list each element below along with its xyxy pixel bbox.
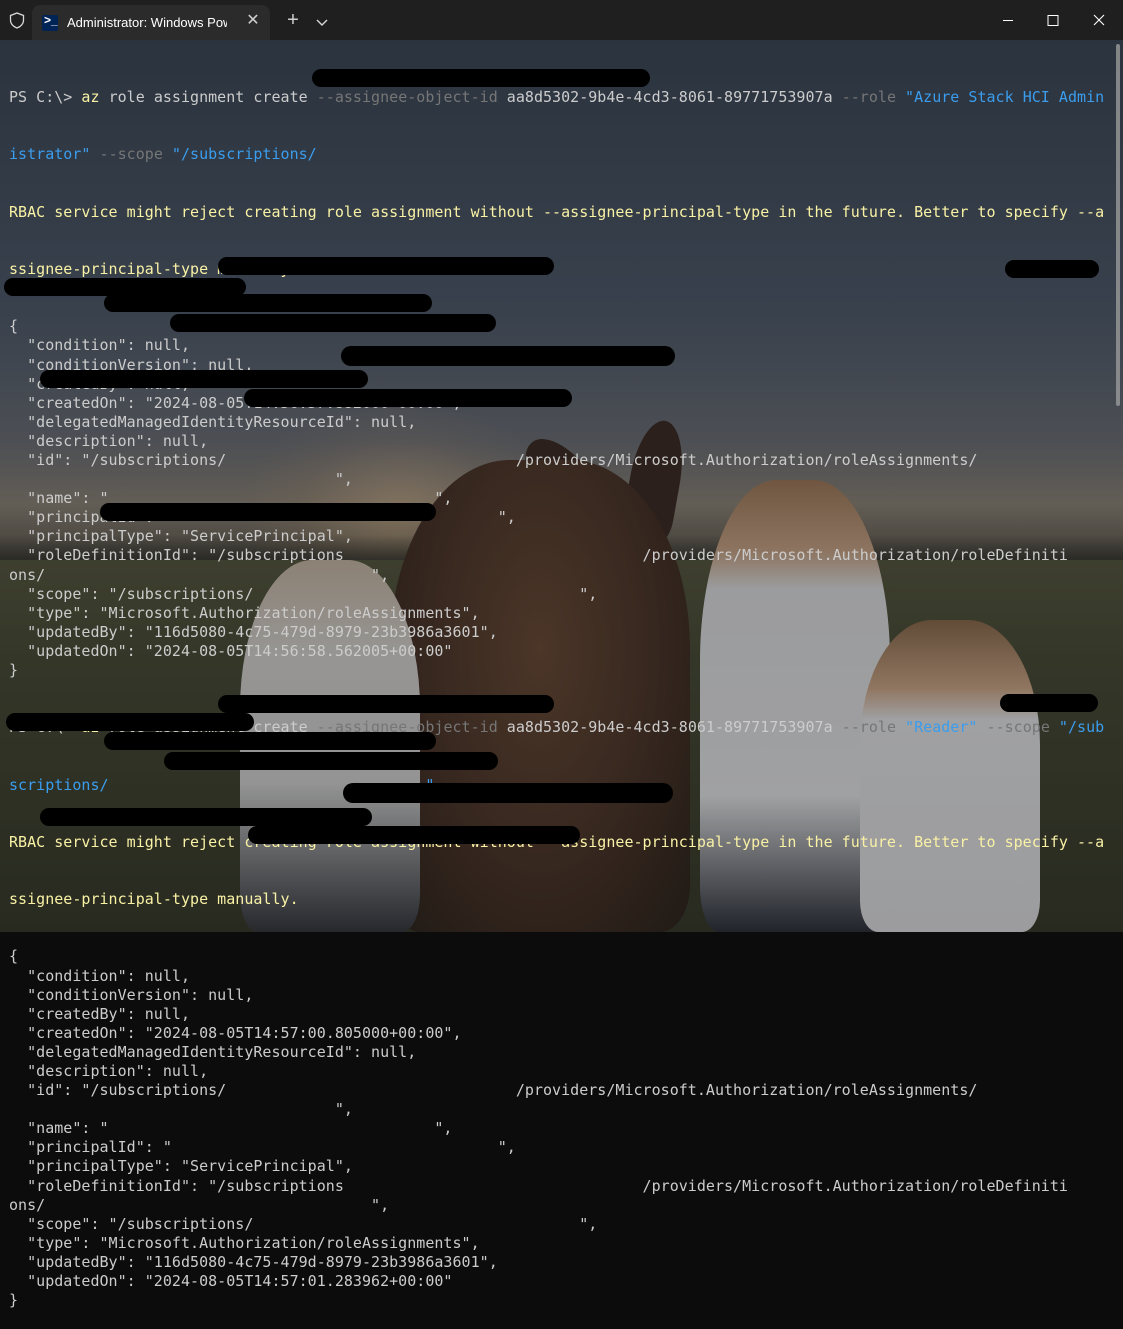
minimize-icon[interactable] (985, 0, 1031, 40)
output-line: "type": "Microsoft.Authorization/roleAss… (9, 1233, 480, 1252)
output-line: } (9, 1291, 19, 1310)
chevron-down-icon[interactable] (314, 14, 330, 30)
output-line: "id": "/subscriptions/ /providers/Micros… (9, 450, 978, 469)
output-line: "createdBy": null, (9, 1004, 191, 1023)
output-line: "principalType": "ServicePrincipal", (9, 527, 353, 546)
redaction (104, 294, 432, 312)
redaction (104, 732, 436, 750)
redaction (1000, 694, 1098, 712)
output-line: "principalType": "ServicePrincipal", (9, 1157, 353, 1176)
redaction (248, 826, 580, 844)
output-line: "conditionVersion": null, (9, 985, 254, 1004)
tab-title: Administrator: Windows Powe (67, 15, 227, 30)
terminal-output[interactable]: PS C:\> az role assignment create --assi… (9, 50, 1109, 1329)
redaction (218, 695, 554, 713)
json-output-block: { "condition": null, "conditionVersion":… (9, 947, 1109, 1310)
output-line: "roleDefinitionId": "/subscriptions /pro… (9, 546, 1068, 565)
redaction (40, 370, 368, 388)
redaction (218, 257, 554, 275)
output-line: "createdOn": "2024-08-05T14:57:00.805000… (9, 1023, 462, 1042)
close-icon[interactable]: ✕ (242, 10, 264, 32)
output-line: "condition": null, (9, 966, 191, 985)
redaction (170, 314, 496, 332)
output-line: ons/ ", (9, 1195, 390, 1214)
redaction (164, 752, 498, 770)
output-line: "delegatedManagedIdentityResourceId": nu… (9, 1042, 417, 1061)
warning-line: ssignee-principal-type manually. (9, 260, 299, 279)
output-line: { (9, 947, 19, 966)
redaction (100, 503, 436, 521)
powershell-icon: >_ (42, 13, 58, 31)
terminal-tab[interactable]: >_ Administrator: Windows Powe ✕ (32, 5, 270, 40)
window-close-icon[interactable] (1076, 0, 1122, 40)
output-line: "updatedOn": "2024-08-05T14:57:01.283962… (9, 1272, 453, 1290)
scrollbar[interactable] (1116, 44, 1120, 406)
output-line: "name": " ", (9, 1119, 453, 1138)
output-line: "updatedOn": "2024-08-05T14:56:58.562005… (9, 641, 453, 660)
output-line: "type": "Microsoft.Authorization/roleAss… (9, 603, 480, 622)
output-line: "description": null, (9, 1061, 209, 1080)
title-bar: >_ Administrator: Windows Powe ✕ + (0, 0, 1123, 40)
warning-line: RBAC service might reject creating role … (9, 202, 1105, 221)
output-line: ons/ ", (9, 565, 390, 584)
output-line: ", (9, 1100, 353, 1119)
redaction (312, 69, 650, 87)
output-line: "roleDefinitionId": "/subscriptions /pro… (9, 1176, 1068, 1195)
output-line: } (9, 661, 19, 679)
redaction (341, 346, 675, 366)
redaction (6, 713, 254, 731)
output-line: "scope": "/subscriptions/ ", (9, 1214, 598, 1233)
command-line: PS C:\> az role assignment create --assi… (9, 88, 1105, 107)
output-line: "updatedBy": "116d5080-4c75-479d-8979-23… (9, 1252, 498, 1271)
output-line: "delegatedManagedIdentityResourceId": nu… (9, 412, 417, 431)
output-line: "scope": "/subscriptions/ ", (9, 584, 598, 603)
redaction (40, 808, 372, 826)
redaction (244, 389, 572, 407)
command-line-wrap: istrator" --scope "/subscriptions/ (9, 145, 317, 164)
shield-icon (9, 12, 25, 29)
output-line: "updatedBy": "116d5080-4c75-479d-8979-23… (9, 622, 498, 641)
maximize-icon[interactable] (1030, 0, 1076, 40)
output-line: "principalId": " ", (9, 1138, 516, 1157)
output-line: "description": null, (9, 431, 209, 450)
output-line: ", (9, 470, 353, 489)
redaction (343, 783, 673, 803)
redaction (1005, 260, 1099, 278)
plus-icon[interactable]: + (283, 10, 303, 31)
output-line: "id": "/subscriptions/ /providers/Micros… (9, 1081, 978, 1100)
warning-line: ssignee-principal-type manually. (9, 890, 299, 909)
